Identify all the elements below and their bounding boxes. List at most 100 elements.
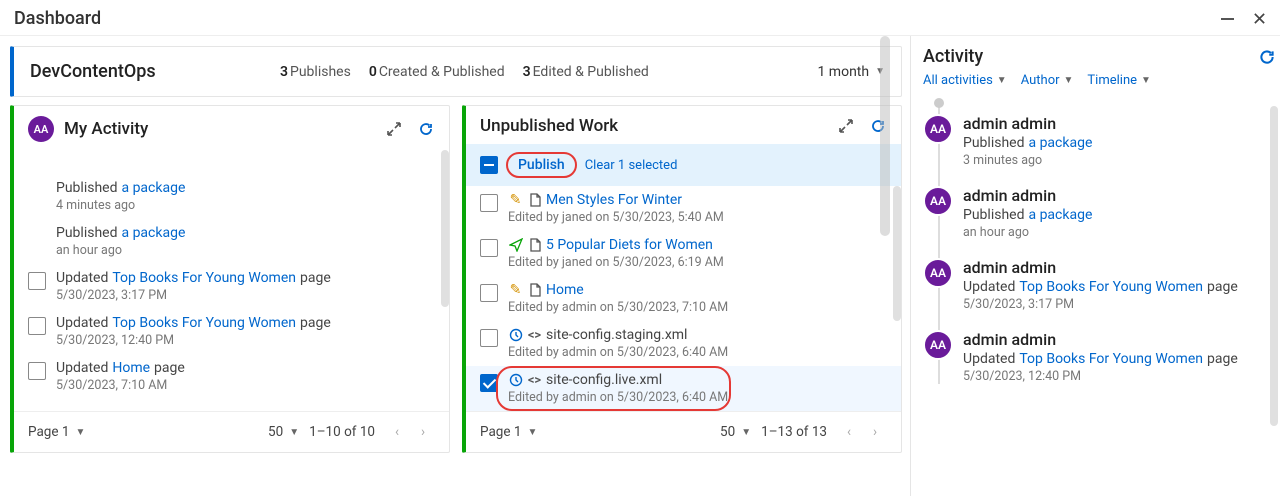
page-selector[interactable]: Page 1▼ (480, 424, 537, 440)
refresh-button[interactable] (1258, 48, 1276, 66)
code-icon: <> (527, 328, 542, 343)
unpublished-panel: Unpublished Work Publish Clear 1 selecte… (462, 105, 902, 453)
item-link[interactable]: a package (121, 180, 185, 196)
filter-author[interactable]: Author▼ (1021, 73, 1074, 88)
item-checkbox[interactable] (480, 329, 498, 347)
item-checkbox[interactable] (480, 374, 498, 392)
panel-footer: Page 1▼ 50▼ 1–10 of 10 ‹ › (14, 411, 449, 452)
activity-filters: All activities▼ Author▼ Timeline▼ (923, 73, 1276, 88)
item-text: site-config.live.xml (546, 372, 662, 388)
filter-timeline[interactable]: Timeline▼ (1087, 73, 1151, 88)
item-link[interactable]: Men Styles For Winter (546, 192, 682, 208)
timeline-item: AA admin admin Updated Top Books For You… (943, 258, 1276, 312)
minimize-button[interactable] (1220, 12, 1234, 26)
timeline-meta: 3 minutes ago (963, 153, 1276, 168)
activity-item: Published a package an hour ago (14, 219, 449, 264)
range-selector[interactable]: 1 month▼ (817, 64, 885, 80)
file-icon (527, 283, 542, 298)
item-link[interactable]: Home (546, 282, 584, 298)
panel-title: My Activity (64, 119, 375, 139)
chevron-down-icon: ▼ (75, 427, 85, 438)
next-page-button[interactable]: › (411, 420, 435, 444)
edit-icon: ✎ (508, 193, 523, 208)
panel-footer: Page 1▼ 50▼ 1–13 of 13 ‹ › (466, 411, 901, 452)
timeline-user: admin admin (963, 114, 1276, 133)
timeline-user: admin admin (963, 258, 1276, 277)
item-link[interactable]: Top Books For Young Women (112, 315, 296, 331)
timeline-item: AA admin admin Updated Top Books For You… (943, 330, 1276, 384)
item-link[interactable]: Home (112, 360, 150, 376)
scrollbar[interactable] (1270, 106, 1278, 426)
timeline-link[interactable]: Top Books For Young Women (1019, 351, 1203, 367)
timeline-user: admin admin (963, 186, 1276, 205)
item-meta: Edited by janed on 5/30/2023, 5:40 AM (508, 210, 887, 225)
file-icon (527, 238, 542, 253)
work-item: 5 Popular Diets for Women Edited by jane… (466, 231, 901, 276)
item-checkbox[interactable] (28, 272, 46, 290)
item-checkbox[interactable] (480, 194, 498, 212)
avatar: AA (923, 330, 953, 360)
scrollbar[interactable] (880, 36, 890, 236)
chevron-down-icon: ▼ (289, 427, 299, 438)
activity-title: Activity (923, 46, 983, 67)
window-controls (1220, 12, 1266, 26)
project-stats: 3Publishes 0Created & Published 3Edited … (280, 64, 649, 80)
filter-all-activities[interactable]: All activities▼ (923, 73, 1007, 88)
item-meta: 5/30/2023, 7:10 AM (56, 378, 435, 393)
item-checkbox[interactable] (480, 239, 498, 257)
page-range: 1–13 of 13 (761, 424, 827, 440)
work-item: ✎ Home Edited by admin on 5/30/2023, 7:1… (466, 276, 901, 321)
window-title: Dashboard (14, 8, 101, 29)
activity-item: Updated Top Books For Young Women page 5… (14, 309, 449, 354)
chevron-down-icon: ▼ (1141, 75, 1151, 86)
scrollbar[interactable] (441, 150, 449, 307)
timeline-item: AA admin admin Published a package an ho… (943, 186, 1276, 240)
timeline-link[interactable]: a package (1028, 207, 1092, 223)
expand-button[interactable] (837, 117, 855, 135)
prev-page-button[interactable]: ‹ (837, 420, 861, 444)
page-size-selector[interactable]: 50▼ (720, 424, 751, 440)
stat-publishes: 3Publishes (280, 64, 351, 80)
work-item: <> site-config.staging.xml Edited by adm… (466, 321, 901, 366)
item-meta: Edited by admin on 5/30/2023, 6:40 AM (508, 345, 887, 360)
prev-page-button[interactable]: ‹ (385, 420, 409, 444)
work-item: ✎ Men Styles For Winter Edited by janed … (466, 186, 901, 231)
item-checkbox[interactable] (28, 317, 46, 335)
timeline-user: admin admin (963, 330, 1276, 349)
next-page-button[interactable]: › (863, 420, 887, 444)
close-button[interactable] (1252, 12, 1266, 26)
chevron-down-icon: ▼ (527, 427, 537, 438)
item-meta: Edited by admin on 5/30/2023, 7:10 AM (508, 300, 887, 315)
item-link[interactable]: a package (121, 225, 185, 241)
expand-button[interactable] (385, 120, 403, 138)
page-size-selector[interactable]: 50▼ (268, 424, 299, 440)
item-checkbox[interactable] (480, 284, 498, 302)
item-checkbox[interactable] (28, 362, 46, 380)
timeline-item: AA admin admin Published a package 3 min… (943, 114, 1276, 168)
timeline-meta: an hour ago (963, 225, 1276, 240)
clear-selection-button[interactable]: Clear 1 selected (585, 158, 678, 173)
selection-bar: Publish Clear 1 selected (466, 144, 901, 186)
publish-button[interactable]: Publish (506, 152, 577, 178)
avatar: AA (923, 186, 953, 216)
chevron-down-icon: ▼ (741, 427, 751, 438)
project-name: DevContentOps (30, 61, 280, 82)
stat-edited: 3Edited & Published (523, 64, 649, 80)
timeline-link[interactable]: a package (1028, 135, 1092, 151)
timeline-link[interactable]: Top Books For Young Women (1019, 279, 1203, 295)
clock-icon (508, 328, 523, 343)
my-activity-panel: AA My Activity Published a package (10, 105, 450, 453)
item-link[interactable]: Top Books For Young Women (112, 270, 296, 286)
select-all-checkbox[interactable] (480, 156, 498, 174)
timeline-meta: 5/30/2023, 12:40 PM (963, 369, 1276, 384)
timeline-start-dot (934, 98, 944, 108)
timeline-meta: 5/30/2023, 3:17 PM (963, 297, 1276, 312)
work-item: <> site-config.live.xml Edited by admin … (466, 366, 901, 411)
refresh-button[interactable] (417, 120, 435, 138)
page-selector[interactable]: Page 1▼ (28, 424, 85, 440)
item-meta: 5/30/2023, 12:40 PM (56, 333, 435, 348)
scrollbar[interactable] (893, 186, 901, 321)
activity-item: Published a package 4 minutes ago (14, 174, 449, 219)
item-link[interactable]: 5 Popular Diets for Women (546, 237, 713, 253)
clock-icon (508, 373, 523, 388)
